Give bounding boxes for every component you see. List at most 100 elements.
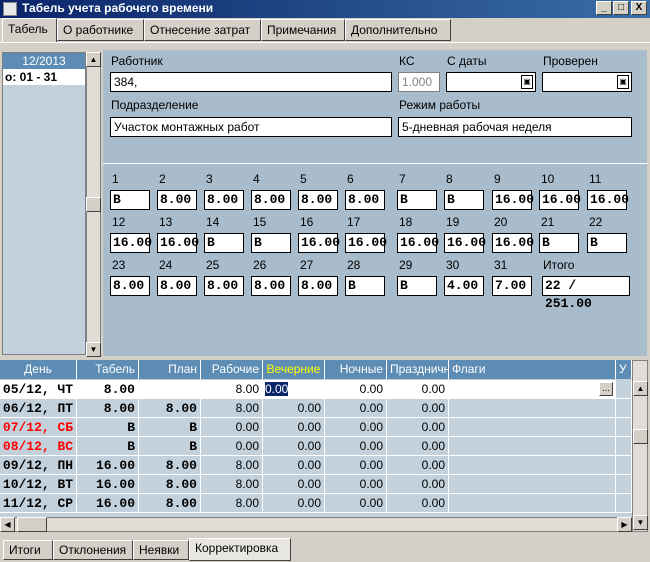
- grid-cell[interactable]: 0.00: [325, 437, 387, 456]
- day-hours-field[interactable]: 8.00: [345, 190, 385, 210]
- day-hours-field[interactable]: В: [397, 276, 437, 296]
- day-cell[interactable]: 07/12, СБ: [0, 418, 77, 437]
- grid-cell[interactable]: 0.00: [387, 437, 449, 456]
- day-hours-field[interactable]: В: [345, 276, 385, 296]
- scroll-up-icon[interactable]: ▲: [633, 381, 648, 396]
- tab-tabel[interactable]: Табель: [2, 18, 57, 42]
- tab-notes[interactable]: Примечания: [261, 19, 345, 41]
- day-hours-field[interactable]: В: [251, 233, 291, 253]
- day-hours-field[interactable]: 8.00: [157, 276, 197, 296]
- column-header[interactable]: Флаги: [449, 360, 616, 379]
- grid-cell[interactable]: 0.00: [201, 418, 263, 437]
- grid-cell[interactable]: [449, 475, 616, 494]
- scroll-left-icon[interactable]: ◀: [0, 517, 15, 532]
- grid-cell[interactable]: 0.00: [325, 380, 387, 399]
- daily-grid[interactable]: День Табель План Рабочие Вечерние Ночные Празд…: [0, 360, 632, 517]
- grid-cell[interactable]: [616, 380, 632, 399]
- column-header[interactable]: Табель: [77, 360, 139, 379]
- day-cell[interactable]: 08/12, ВС: [0, 437, 77, 456]
- day-hours-field[interactable]: 8.00: [298, 190, 338, 210]
- grid-cell[interactable]: 0.00: [325, 494, 387, 513]
- column-header[interactable]: План: [139, 360, 201, 379]
- grid-cell[interactable]: 8.00: [201, 399, 263, 418]
- grid-cell[interactable]: В: [139, 418, 201, 437]
- grid-cell[interactable]: [616, 418, 632, 437]
- grid-cell[interactable]: 0.00: [263, 456, 325, 475]
- grid-cell[interactable]: 8.00: [201, 380, 263, 399]
- day-cell[interactable]: 05/12, ЧТ: [0, 380, 77, 399]
- day-hours-field[interactable]: В: [204, 233, 244, 253]
- grid-cell[interactable]: ...: [449, 380, 616, 399]
- column-header[interactable]: Рабочие: [201, 360, 263, 379]
- grid-cell[interactable]: [449, 399, 616, 418]
- day-hours-field[interactable]: 16.00: [157, 233, 199, 253]
- day-hours-field[interactable]: 16.00: [298, 233, 340, 253]
- column-header[interactable]: Ночные: [325, 360, 387, 379]
- grid-hscrollbar[interactable]: ◀ ▶: [0, 517, 632, 532]
- grid-cell[interactable]: 0.00: [387, 475, 449, 494]
- tab-corrections[interactable]: Корректировка: [189, 538, 291, 561]
- day-hours-field[interactable]: В: [110, 190, 150, 210]
- column-header[interactable]: День: [0, 360, 77, 379]
- scroll-right-icon[interactable]: ▶: [617, 517, 632, 532]
- day-hours-field[interactable]: В: [539, 233, 579, 253]
- grid-cell[interactable]: 16.00: [77, 475, 139, 494]
- grid-cell[interactable]: 8.00: [139, 456, 201, 475]
- grid-cell[interactable]: [449, 437, 616, 456]
- grid-cell[interactable]: 0.00: [387, 418, 449, 437]
- grid-cell[interactable]: 8.00: [201, 494, 263, 513]
- grid-cell[interactable]: 0.00: [387, 456, 449, 475]
- grid-vscrollbar[interactable]: ▲ ▼: [632, 360, 648, 532]
- day-hours-field[interactable]: 16.00: [492, 190, 534, 210]
- grid-cell[interactable]: 0.00: [263, 380, 325, 399]
- selected-cell-value[interactable]: 0.00: [265, 382, 289, 396]
- grid-cell[interactable]: В: [77, 437, 139, 456]
- tab-worker[interactable]: О работнике: [57, 19, 144, 41]
- day-hours-field[interactable]: В: [444, 190, 484, 210]
- grid-cell[interactable]: В: [139, 437, 201, 456]
- grid-cell[interactable]: [616, 437, 632, 456]
- tab-extra[interactable]: Дополнительно: [345, 19, 451, 41]
- day-hours-field[interactable]: 8.00: [251, 276, 291, 296]
- day-hours-field[interactable]: 4.00: [444, 276, 484, 296]
- day-hours-field[interactable]: 16.00: [397, 233, 439, 253]
- period-list[interactable]: 12/2013 о: 01 - 31: [2, 52, 86, 355]
- grid-cell[interactable]: 0.00: [387, 380, 449, 399]
- scroll-up-icon[interactable]: ▲: [86, 52, 101, 67]
- grid-cell[interactable]: 8.00: [139, 494, 201, 513]
- grid-cell[interactable]: [616, 456, 632, 475]
- grid-cell[interactable]: [449, 456, 616, 475]
- scroll-down-icon[interactable]: ▼: [633, 515, 648, 530]
- grid-cell[interactable]: 16.00: [77, 494, 139, 513]
- tab-cost[interactable]: Отнесение затрат: [144, 19, 261, 41]
- grid-cell[interactable]: 8.00: [139, 475, 201, 494]
- grid-cell[interactable]: 0.00: [263, 494, 325, 513]
- day-hours-field[interactable]: 16.00: [345, 233, 387, 253]
- grid-cell[interactable]: [139, 380, 201, 399]
- day-cell[interactable]: 09/12, ПН: [0, 456, 77, 475]
- grid-cell[interactable]: [616, 494, 632, 513]
- grid-cell[interactable]: 8.00: [201, 456, 263, 475]
- grid-cell[interactable]: 8.00: [139, 399, 201, 418]
- day-cell[interactable]: 11/12, СР: [0, 494, 77, 513]
- close-button[interactable]: X: [631, 1, 647, 15]
- day-cell[interactable]: 10/12, ВТ: [0, 475, 77, 494]
- tab-totals[interactable]: Итоги: [3, 540, 53, 560]
- grid-cell[interactable]: 0.00: [325, 399, 387, 418]
- day-hours-field[interactable]: 16.00: [539, 190, 581, 210]
- grid-cell[interactable]: 8.00: [77, 380, 139, 399]
- day-hours-field[interactable]: 16.00: [110, 233, 152, 253]
- day-hours-field[interactable]: 16.00: [492, 233, 534, 253]
- day-hours-field[interactable]: 7.00: [492, 276, 532, 296]
- day-hours-field[interactable]: В: [397, 190, 437, 210]
- column-header[interactable]: У: [616, 360, 632, 379]
- scroll-thumb[interactable]: [17, 517, 47, 532]
- grid-cell[interactable]: 0.00: [263, 418, 325, 437]
- scroll-down-icon[interactable]: ▼: [86, 342, 101, 357]
- ellipsis-button[interactable]: ...: [599, 382, 613, 396]
- column-header[interactable]: Вечерние: [263, 360, 325, 379]
- scroll-thumb[interactable]: [86, 197, 101, 212]
- maximize-button[interactable]: □: [613, 1, 629, 15]
- day-hours-field[interactable]: 8.00: [251, 190, 291, 210]
- period-item[interactable]: о: 01 - 31: [3, 69, 85, 85]
